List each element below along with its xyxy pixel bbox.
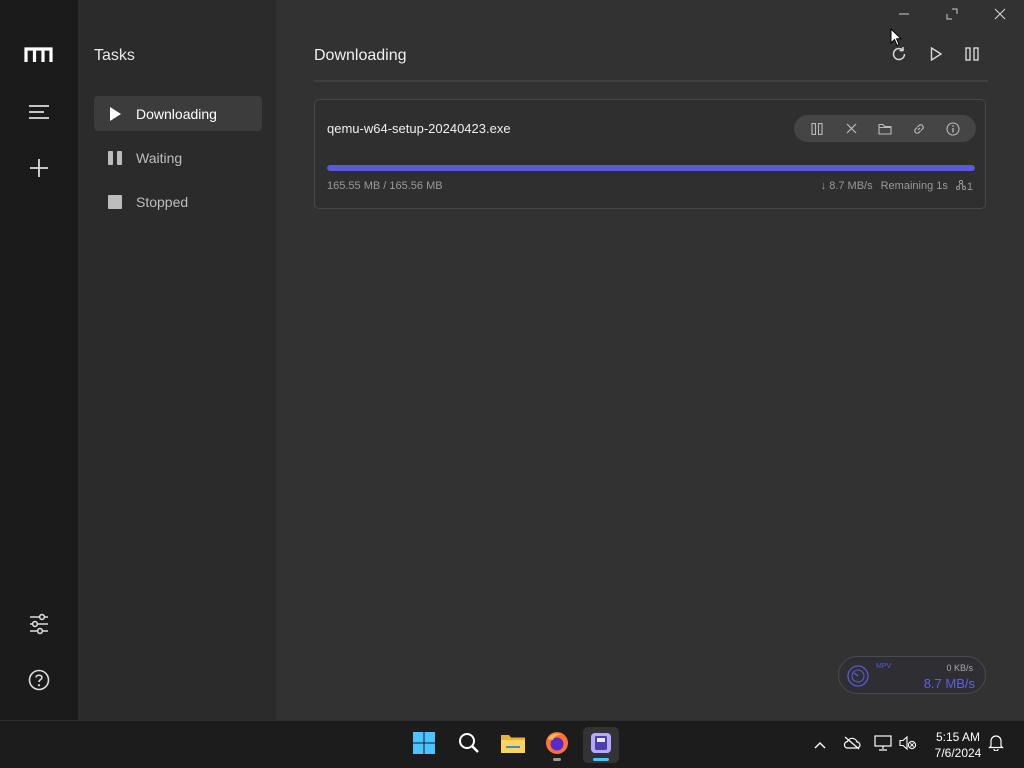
folder-icon[interactable]: [874, 118, 896, 140]
page-title: Downloading: [314, 47, 407, 64]
mouse-cursor-icon: [890, 27, 903, 52]
motrix-taskbar-button[interactable]: [583, 727, 619, 763]
link-icon[interactable]: [908, 118, 930, 140]
search-icon: [458, 732, 480, 759]
taskbar: 5:15 AM 7/6/2024: [0, 720, 1024, 768]
windows-logo-icon: [412, 731, 436, 760]
task-progress-fill: [327, 165, 975, 171]
task-connections: 1: [955, 179, 973, 193]
task-progress-bar: [327, 165, 975, 171]
task-actions: [794, 115, 976, 142]
speedometer-gauge-icon: [847, 665, 869, 687]
volume-tray[interactable]: [897, 734, 919, 756]
app-active-indicator: [593, 758, 609, 761]
sidebar-item-label: Downloading: [136, 105, 217, 122]
task-stats: ↓ 8.7 MB/s Remaining 1s 1: [820, 179, 973, 193]
sidebar-item-downloading[interactable]: Downloading: [94, 96, 262, 131]
volume-muted-icon: [899, 735, 917, 756]
resume-all-icon: [930, 46, 943, 66]
folder-icon: [500, 732, 526, 759]
play-icon: [94, 106, 136, 121]
pause-all-button[interactable]: [960, 44, 984, 68]
resume-all-button[interactable]: [924, 44, 948, 68]
help-icon[interactable]: [24, 665, 54, 695]
network-icon: [874, 734, 892, 756]
chevron-up-icon: [814, 736, 826, 754]
task-sidebar: Tasks Downloading Waiting Stopped: [78, 0, 276, 720]
notifications-button[interactable]: [985, 734, 1007, 756]
firefox-button[interactable]: [539, 727, 575, 763]
upload-speed: 0 KB/s: [946, 663, 973, 673]
task-file-name: qemu-w64-setup-20240423.exe: [327, 121, 511, 136]
app-rail: [0, 0, 78, 720]
minimize-button[interactable]: [892, 2, 916, 26]
show-hidden-icons-button[interactable]: [809, 734, 831, 756]
sidebar-item-waiting[interactable]: Waiting: [94, 140, 262, 175]
add-task-icon[interactable]: [24, 153, 54, 183]
motrix-app-icon: [590, 732, 612, 759]
task-speed: ↓ 8.7 MB/s: [820, 180, 873, 192]
bell-icon: [988, 734, 1004, 756]
speedometer-mode: MPV: [876, 663, 892, 670]
sidebar-title: Tasks: [94, 47, 135, 64]
sidebar-item-label: Waiting: [136, 149, 183, 166]
task-remaining: Remaining 1s: [880, 180, 948, 192]
menu-icon[interactable]: [24, 97, 54, 127]
firefox-icon: [545, 731, 569, 760]
task-connections-count: 1: [966, 180, 973, 193]
preferences-icon[interactable]: [24, 609, 54, 639]
start-button[interactable]: [406, 727, 442, 763]
task-size-text: 165.55 MB / 165.56 MB: [327, 180, 443, 192]
pause-icon: [94, 150, 136, 165]
connections-icon: [955, 179, 966, 193]
pause-all-icon: [965, 46, 979, 66]
header-divider: [314, 80, 988, 82]
pause-task-icon[interactable]: [806, 118, 828, 140]
search-button[interactable]: [451, 727, 487, 763]
download-speed: 8.7 MB/s: [923, 676, 975, 691]
maximize-button[interactable]: [940, 2, 964, 26]
network-tray[interactable]: [872, 734, 894, 756]
task-card[interactable]: qemu-w64-setup-20240423.exe 165.55 MB / …: [314, 99, 986, 209]
cloud-off-icon: [843, 736, 861, 755]
remove-task-icon[interactable]: [840, 118, 862, 140]
onedrive-tray[interactable]: [841, 734, 863, 756]
app-running-indicator: [553, 758, 561, 761]
main-panel: Downloading qemu-w64-setup-20240423.exe: [276, 0, 1024, 720]
speedometer[interactable]: MPV 0 KB/s 8.7 MB/s: [838, 656, 986, 694]
file-explorer-button[interactable]: [495, 727, 531, 763]
close-button[interactable]: [988, 2, 1012, 26]
sidebar-item-stopped[interactable]: Stopped: [94, 184, 262, 219]
info-icon[interactable]: [942, 118, 964, 140]
stop-icon: [94, 194, 136, 209]
sidebar-item-label: Stopped: [136, 193, 189, 210]
app-logo-icon[interactable]: [24, 40, 54, 70]
